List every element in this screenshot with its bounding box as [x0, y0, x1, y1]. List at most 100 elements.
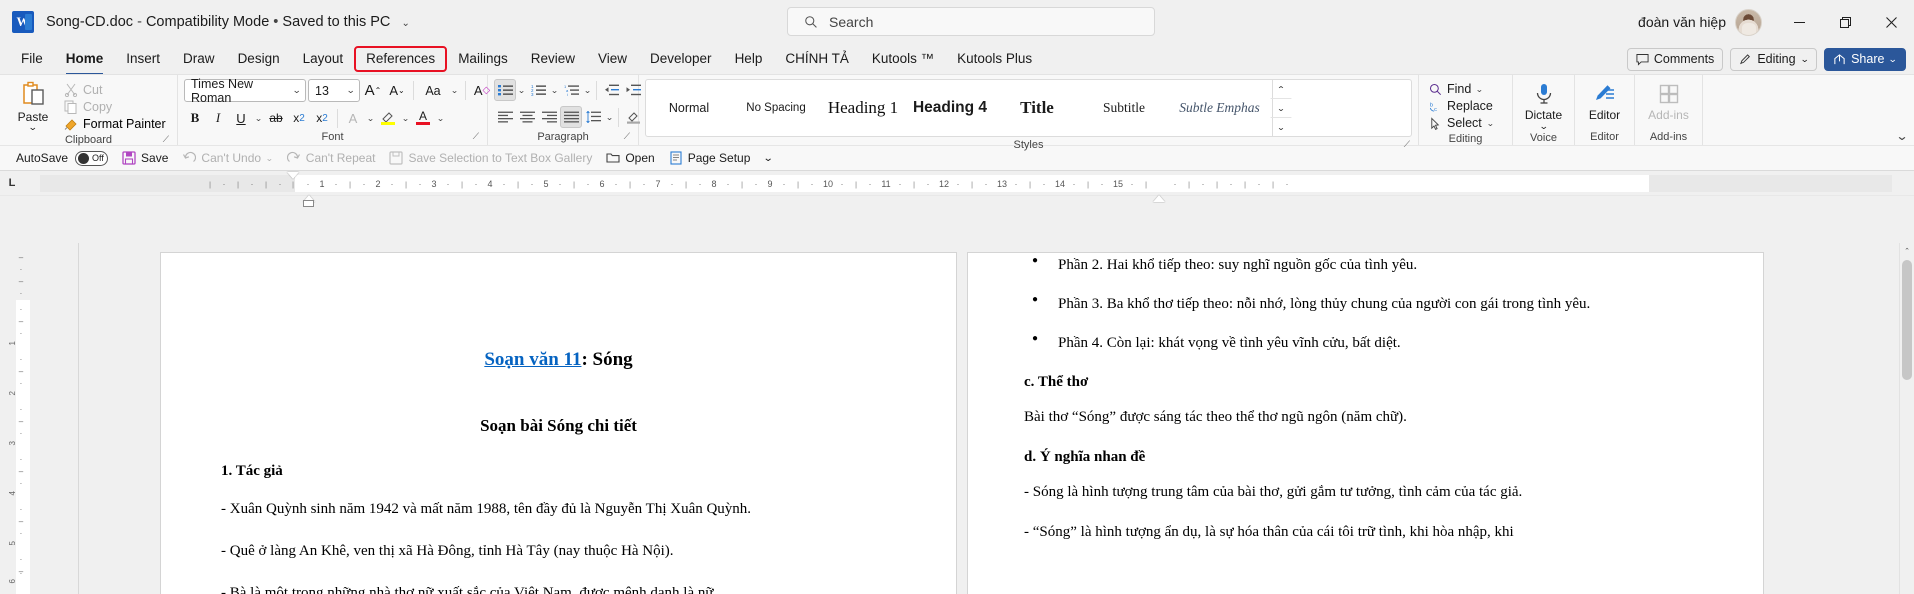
autosave-switch[interactable]: Off [75, 150, 109, 166]
strikethrough-button[interactable]: ab [265, 107, 287, 129]
justify-icon[interactable] [560, 106, 582, 128]
tab-mailings[interactable]: Mailings [447, 47, 519, 71]
restore-button[interactable] [1822, 0, 1868, 44]
tab-kutools[interactable]: Kutools ™ [861, 47, 945, 71]
dictate-button[interactable]: Dictate ⌄ [1519, 79, 1568, 131]
add-ins-button[interactable]: Add-ins [1643, 79, 1695, 122]
clipboard-dialog-launcher-icon[interactable]: ⟋ [163, 131, 169, 147]
horizontal-ruler[interactable]: 1 2 3 4 5 6 7 8 9 10 11 12 13 [40, 172, 1892, 207]
vertical-ruler[interactable]: – · – · · – · 1 · – · 2 · – · 3 · – · 4 … [8, 243, 34, 594]
tab-view[interactable]: View [587, 47, 638, 71]
tab-design[interactable]: Design [227, 47, 291, 71]
chevron-down-icon[interactable]: ⌄ [1476, 85, 1484, 94]
paragraph-dialog-launcher-icon[interactable]: ⟋ [624, 128, 630, 144]
styles-scrollbar[interactable]: ⌃ ⌄ ⌄ [1270, 80, 1292, 136]
chevron-down-icon[interactable]: ⌄ [603, 113, 616, 122]
style-normal[interactable]: Normal [646, 80, 733, 136]
underline-button[interactable]: U [230, 107, 252, 129]
style-heading-4[interactable]: Heading 4 [907, 80, 994, 136]
styles-more-icon[interactable]: ⌄ [1271, 118, 1292, 136]
document-page-left[interactable]: Soạn văn 11: Sóng Soạn bài Sóng chi tiết… [161, 253, 956, 594]
document-vertical-scrollbar[interactable]: ⌃ [1899, 243, 1914, 594]
subscript-button[interactable]: x2 [288, 107, 310, 129]
multilevel-list-icon[interactable]: 1ai [560, 79, 582, 101]
save-selection-to-text-box-gallery-button[interactable]: Save Selection to Text Box Gallery [383, 149, 598, 167]
document-page-right[interactable]: Phần 2. Hai khổ tiếp theo: suy nghĩ nguồ… [968, 253, 1763, 594]
format-painter-button[interactable]: Format Painter [60, 116, 170, 132]
chevron-down-icon[interactable]: ⌄ [265, 154, 273, 163]
tab-review[interactable]: Review [520, 47, 586, 71]
minimize-button[interactable] [1776, 0, 1822, 44]
left-indent-marker[interactable] [303, 200, 314, 207]
autosave-toggle[interactable]: AutoSave Off [10, 149, 114, 168]
highlight-color-button[interactable] [377, 107, 399, 129]
font-dialog-launcher-icon[interactable]: ⟋ [473, 128, 479, 144]
comments-button[interactable]: Comments [1626, 47, 1724, 71]
soan-van-11-link[interactable]: Soạn văn 11 [484, 349, 581, 370]
change-case-button[interactable]: Aa [419, 80, 447, 102]
styles-scroll-down-icon[interactable]: ⌄ [1270, 99, 1292, 118]
chevron-down-icon[interactable]: ⌄ [1486, 119, 1494, 128]
editing-mode-button[interactable]: Editing ⌄ [1730, 47, 1818, 71]
copy-button[interactable]: Copy [60, 99, 170, 115]
align-left-icon[interactable] [494, 106, 516, 128]
style-subtitle[interactable]: Subtitle [1081, 80, 1168, 136]
tab-kutools-plus[interactable]: Kutools Plus [946, 47, 1043, 71]
paste-button[interactable]: Paste ⌄ [6, 79, 60, 132]
grow-font-button[interactable]: A ⌃ [362, 80, 384, 102]
document-title[interactable]: Song-CD.doc - Compatibility Mode • Saved… [46, 14, 410, 30]
tab-help[interactable]: Help [724, 47, 774, 71]
tab-stop-selector[interactable]: L [0, 177, 24, 189]
tab-chinh-ta[interactable]: CHÍNH TẢ [774, 47, 860, 71]
collapse-ribbon-icon[interactable]: ⌄ [1895, 129, 1908, 143]
account-name[interactable]: đoàn văn hiệp [1638, 14, 1726, 30]
document-canvas[interactable]: – · – · · – · 1 · – · 2 · – · 3 · – · 4 … [0, 243, 1914, 594]
chevron-down-icon[interactable]: ⌄ [581, 86, 594, 95]
editor-button[interactable]: Editor [1581, 79, 1628, 122]
font-name-combo[interactable]: Times New Roman ⌄ [184, 77, 306, 105]
chevron-down-icon[interactable]: ⌄ [364, 114, 377, 123]
styles-gallery[interactable]: Normal No Spacing Heading 1 Heading 4 Ti… [645, 79, 1412, 137]
font-size-combo[interactable]: 13 ⌄ [308, 79, 360, 102]
tab-references[interactable]: References [354, 46, 448, 72]
chevron-down-icon[interactable]: ⌄ [434, 114, 447, 123]
style-heading-1[interactable]: Heading 1 [820, 80, 907, 136]
text-effects-button[interactable]: A [342, 107, 364, 129]
close-button[interactable] [1868, 0, 1914, 44]
share-button[interactable]: Share ⌄ [1824, 47, 1906, 71]
find-button[interactable]: Find ⌄ [1425, 81, 1487, 97]
tab-draw[interactable]: Draw [172, 47, 226, 71]
align-right-icon[interactable] [538, 106, 560, 128]
superscript-button[interactable]: x2 [311, 107, 333, 129]
undo-button[interactable]: Can't Undo ⌄ [176, 149, 278, 167]
style-subtle-emphasis[interactable]: Subtle Emphas [1168, 80, 1272, 136]
tab-home[interactable]: Home [55, 47, 115, 75]
right-indent-marker[interactable] [1153, 195, 1165, 202]
style-no-spacing[interactable]: No Spacing [733, 80, 820, 136]
scroll-up-icon[interactable]: ⌃ [1900, 243, 1914, 258]
select-button[interactable]: Select ⌄ [1425, 115, 1497, 131]
repeat-button[interactable]: Can't Repeat [281, 149, 382, 167]
chevron-down-icon[interactable]: ⌄ [399, 114, 412, 123]
align-center-icon[interactable] [516, 106, 538, 128]
tab-developer[interactable]: Developer [639, 47, 723, 71]
decrease-indent-icon[interactable] [600, 79, 622, 101]
bullets-icon[interactable] [494, 79, 516, 101]
shrink-font-button[interactable]: A ⌄ [386, 80, 408, 102]
avatar[interactable] [1735, 8, 1762, 36]
tab-layout[interactable]: Layout [292, 47, 355, 71]
tab-file[interactable]: File [10, 47, 54, 71]
numbering-icon[interactable]: 123 [527, 79, 549, 101]
cut-button[interactable]: Cut [60, 82, 170, 98]
styles-dialog-launcher-icon[interactable]: ⟋ [1404, 136, 1410, 152]
chevron-down-icon[interactable]: ⌄ [448, 86, 461, 95]
chevron-down-icon[interactable]: ⌄ [252, 114, 265, 123]
first-line-indent-marker[interactable] [287, 172, 299, 179]
search-input[interactable]: Search [787, 7, 1155, 36]
style-title[interactable]: Title [994, 80, 1081, 136]
tab-insert[interactable]: Insert [115, 47, 171, 71]
chevron-down-icon[interactable]: ⌄ [401, 18, 409, 29]
line-spacing-icon[interactable] [582, 106, 604, 128]
italic-button[interactable]: I [207, 107, 229, 129]
save-button[interactable]: Save [116, 149, 174, 167]
